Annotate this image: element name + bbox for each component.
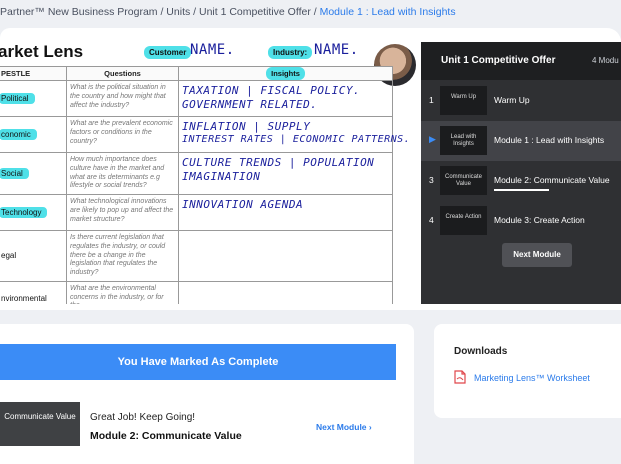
playlist-item[interactable]: 3 Communicate Value Module 2: Communicat… <box>421 161 621 201</box>
row-insight: INNOVATION AGENDA <box>178 194 393 231</box>
row-label: Technology <box>0 194 67 231</box>
row-insight: CULTURE TRENDS | POPULATION IMAGINATION <box>178 152 393 195</box>
playlist-item[interactable]: 1 Warm Up Warm Up <box>421 81 621 121</box>
playlist-item-active[interactable]: ▶ Lead with Insights Module 1 : Lead wit… <box>421 121 621 161</box>
row-question: What are the prevalent economic factors … <box>66 116 179 153</box>
pestle-table: PESTLE Questions Insights Political What… <box>0 66 410 304</box>
playlist-item-number: 4 <box>429 215 434 225</box>
customer-value: NAME. <box>190 42 235 58</box>
next-module-name: Module 2: Communicate Value <box>90 430 242 442</box>
next-module-button[interactable]: Next Module <box>502 243 572 267</box>
playlist-thumbnail: Warm Up <box>440 86 487 115</box>
header-insights: Insights <box>178 66 393 81</box>
row-question: What technological innovations are likel… <box>66 194 179 231</box>
playlist-count: 4 Modu <box>592 56 619 65</box>
table-row: Social How much importance does culture … <box>0 152 393 195</box>
pdf-file-icon <box>454 370 466 384</box>
playlist-item-progress <box>494 189 549 191</box>
downloads-panel: Downloads Marketing Lens™ Worksheet <box>434 324 621 418</box>
table-row: Political What is the political situatio… <box>0 80 393 117</box>
next-module-thumbnail[interactable]: Communicate Value <box>0 402 80 446</box>
slide-title: arket Lens <box>0 42 84 61</box>
row-question: What are the environmental concerns in t… <box>66 280 179 304</box>
table-header-row: PESTLE Questions Insights <box>0 66 393 81</box>
row-label: Political <box>0 80 67 117</box>
playlist-panel: Unit 1 Competitive Offer 4 Modu 1 Warm U… <box>421 42 621 304</box>
row-question: How much importance does culture have in… <box>66 152 179 195</box>
playlist-item-label: Module 2: Communicate Value <box>494 175 610 185</box>
row-question: Is there current legislation that regula… <box>66 230 179 282</box>
table-row: egal Is there current legislation that r… <box>0 230 393 282</box>
playlist-item-label: Module 3: Create Action <box>494 215 585 225</box>
table-row: conomic What are the prevalent economic … <box>0 116 410 153</box>
table-row: Technology What technological innovation… <box>0 194 393 231</box>
worksheet-download-link[interactable]: Marketing Lens™ Worksheet <box>474 373 590 383</box>
row-label: egal <box>0 230 67 282</box>
row-insight: TAXATION | FISCAL POLICY. GOVERNMENT RELA… <box>178 80 393 117</box>
row-insight <box>178 230 393 282</box>
downloads-title: Downloads <box>454 346 508 357</box>
playlist-title: Unit 1 Competitive Offer <box>441 55 556 66</box>
playlist-thumbnail: Create Action <box>440 206 487 235</box>
row-insight: INFLATION | SUPPLY INTEREST RATES | ECONO… <box>178 116 410 153</box>
video-player[interactable]: arket Lens Customer NAME. Industry: NAME… <box>0 42 421 304</box>
row-label: conomic <box>0 116 67 153</box>
row-label: Social <box>0 152 67 195</box>
next-module-link[interactable]: Next Module › <box>316 422 372 432</box>
next-module-card: Communicate Value Great Job! Keep Going!… <box>0 392 396 464</box>
chevron-right-icon: › <box>368 422 372 432</box>
table-row: nvironmental What are the environmental … <box>0 280 393 304</box>
breadcrumb-trail[interactable]: Partner™ New Business Program / Units / … <box>0 6 320 18</box>
customer-tag: Customer <box>144 46 192 59</box>
playlist-thumbnail: Communicate Value <box>440 166 487 195</box>
row-question: What is the political situation in the c… <box>66 80 179 117</box>
breadcrumb: Partner™ New Business Program / Units / … <box>0 6 456 18</box>
playlist-item-number: 3 <box>429 175 434 185</box>
row-insight <box>178 280 393 304</box>
playlist-item[interactable]: 4 Create Action Module 3: Create Action <box>421 201 621 241</box>
marked-complete-banner[interactable]: You Have Marked As Complete <box>0 344 396 380</box>
playlist-item-label: Warm Up <box>494 95 530 105</box>
playlist-thumbnail: Lead with Insights <box>440 126 487 155</box>
header-questions: Questions <box>66 66 179 81</box>
next-module-kicker: Great Job! Keep Going! <box>90 412 196 423</box>
now-playing-icon: ▶ <box>429 134 436 144</box>
breadcrumb-current: Module 1 : Lead with Insights <box>319 6 456 18</box>
industry-value: NAME. <box>314 42 359 58</box>
header-pestle: PESTLE <box>0 66 67 81</box>
playlist-item-label: Module 1 : Lead with Insights <box>494 135 605 145</box>
row-label: nvironmental <box>0 280 67 304</box>
playlist-item-number: 1 <box>429 95 434 105</box>
industry-tag: Industry: <box>268 46 313 59</box>
playlist-header: Unit 1 Competitive Offer 4 Modu <box>421 42 621 80</box>
